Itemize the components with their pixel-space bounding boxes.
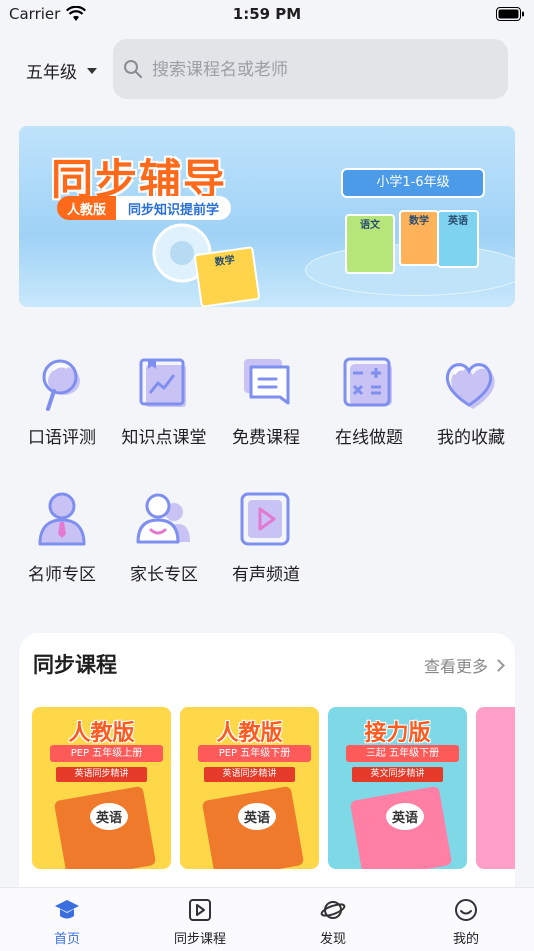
feature-parents-zone[interactable]: 家长专区 — [114, 490, 214, 585]
battery-icon — [496, 7, 524, 21]
status-bar: Carrier 1:59 PM — [0, 0, 534, 30]
feature-audio-channel[interactable]: 有声频道 — [216, 490, 316, 585]
course-grade-text: 五年级上册 — [92, 748, 143, 759]
search-input[interactable] — [150, 54, 494, 86]
course-card[interactable]: 接力版 三起 五年级下册 英文同步精讲 英语 — [328, 707, 467, 869]
feature-label: 我的收藏 — [437, 428, 505, 448]
book-illustration: 英语 — [437, 210, 479, 268]
course-card[interactable]: 人教版 PEP 五年级上册 英语同步精讲 英语 — [32, 707, 171, 869]
tab-sync-courses[interactable]: 同步课程 — [150, 898, 250, 947]
search-bar[interactable] — [113, 39, 508, 99]
feature-label: 名师专区 — [28, 565, 96, 585]
feature-label: 免费课程 — [232, 428, 300, 448]
course-badge: PEP — [218, 748, 238, 759]
search-icon — [124, 60, 143, 79]
course-edition: 接力版 — [364, 721, 431, 746]
course-edition: 人教版 — [216, 721, 283, 746]
grade-label: 五年级 — [26, 63, 77, 83]
tab-label: 我的 — [452, 932, 479, 947]
feature-label: 知识点课堂 — [121, 428, 207, 448]
banner-grade-badge: 小学1-6年级 — [341, 168, 485, 198]
promo-banner[interactable]: 同步辅导 人教版 同步知识提前学 小学1-6年级 数学 语文 数学 英语 — [19, 126, 515, 307]
smile-face-icon — [455, 899, 477, 921]
course-grade-text: 五年级下册 — [240, 748, 291, 759]
tab-bar: 首页 同步课程 发现 我的 — [0, 887, 534, 951]
book-title: 英语 — [90, 803, 129, 830]
feature-label: 口语评测 — [28, 428, 96, 448]
feature-label: 有声频道 — [232, 565, 300, 585]
course-tag: 英语同步精讲 — [56, 767, 147, 782]
heart-icon — [445, 363, 495, 409]
tab-label: 同步课程 — [173, 932, 226, 947]
chat-stack-icon — [244, 359, 290, 405]
calculator-icon — [343, 357, 392, 407]
section-title: 同步课程 — [33, 653, 117, 677]
chart-book-icon — [139, 358, 186, 407]
tab-profile[interactable]: 我的 — [416, 898, 516, 947]
view-more-label: 查看更多 — [423, 657, 488, 676]
tab-label: 首页 — [53, 932, 80, 947]
book-illustration: 数学 — [193, 246, 261, 307]
course-grade: PEP 五年级上册 — [50, 745, 163, 762]
banner-slogan: 同步知识提前学 — [116, 196, 232, 220]
course-card[interactable] — [476, 707, 515, 869]
course-card[interactable]: 人教版 PEP 五年级下册 英语同步精讲 英语 — [180, 707, 319, 869]
feature-label: 家长专区 — [130, 565, 198, 585]
course-tag: 英文同步精讲 — [352, 767, 443, 782]
book-illustration: 语文 — [345, 214, 395, 274]
course-badge: PEP — [70, 748, 90, 759]
tab-label: 发现 — [319, 932, 346, 947]
feature-my-favorites[interactable]: 我的收藏 — [421, 355, 521, 448]
microphone-icon — [42, 359, 80, 411]
parents-icon — [136, 493, 190, 544]
course-edition: 人教版 — [68, 721, 135, 746]
grade-selector[interactable]: 五年级 — [26, 58, 97, 83]
course-grade: PEP 五年级下册 — [198, 745, 311, 762]
caret-down-icon — [87, 67, 97, 74]
banner-edition: 人教版 — [57, 196, 117, 220]
teacher-icon — [38, 492, 86, 546]
course-grade-text: 五年级下册 — [389, 748, 440, 759]
book-illustration: 数学 — [399, 210, 439, 266]
feature-knowledge-class[interactable]: 知识点课堂 — [114, 355, 214, 448]
sync-course-section: 同步课程 查看更多 人教版 PEP 五年级上册 英语同步精讲 英语 人教版 PE… — [19, 633, 515, 903]
feature-online-exercises[interactable]: 在线做题 — [319, 355, 419, 448]
graduation-cap-icon — [55, 900, 79, 919]
feature-oral-assessment[interactable]: 口语评测 — [12, 355, 112, 448]
chevron-right-icon — [492, 658, 505, 672]
course-tag: 英语同步精讲 — [204, 767, 295, 782]
view-more-link[interactable]: 查看更多 — [423, 653, 505, 677]
planet-icon — [320, 901, 346, 919]
course-grade: 三起 五年级下册 — [346, 745, 459, 762]
banner-subtitle: 人教版 同步知识提前学 — [57, 196, 232, 220]
feature-famous-teachers[interactable]: 名师专区 — [12, 490, 112, 585]
course-badge: 三起 — [365, 748, 386, 759]
feature-free-courses[interactable]: 免费课程 — [216, 355, 316, 448]
tab-discover[interactable]: 发现 — [283, 898, 383, 947]
clock: 1:59 PM — [232, 5, 302, 23]
play-icon — [240, 492, 290, 546]
tab-home[interactable]: 首页 — [17, 898, 117, 947]
book-title: 英语 — [238, 803, 277, 830]
video-play-icon — [189, 899, 211, 921]
book-title: 英语 — [386, 803, 425, 830]
feature-label: 在线做题 — [335, 428, 403, 448]
